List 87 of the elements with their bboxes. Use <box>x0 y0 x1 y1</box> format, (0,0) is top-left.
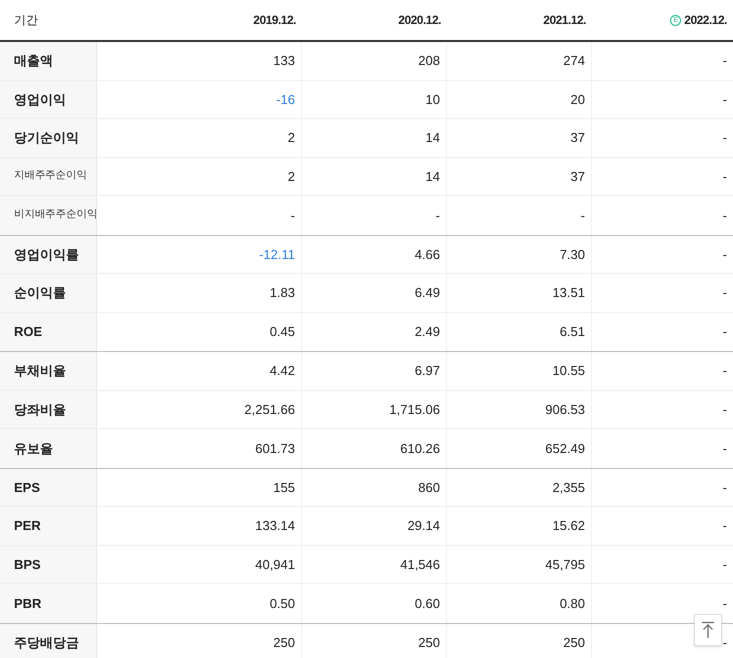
table-cell-text: - <box>722 206 727 224</box>
row-label: ROE <box>0 312 97 351</box>
column-header: 2020.12. <box>398 12 441 29</box>
table-cell-text: 6.97 <box>414 362 440 380</box>
row-label: 당좌비율 <box>0 390 97 428</box>
table-cell-text: - <box>722 323 727 341</box>
table-cell-text: 29.14 <box>407 517 440 535</box>
table-cell-text: 2,355 <box>552 478 585 496</box>
table-cell-text: 7.30 <box>560 246 585 264</box>
table-cell-text: 14 <box>426 129 440 147</box>
table-cell-text: - <box>722 284 727 302</box>
row-label: 유보율 <box>0 429 97 468</box>
row-label: PBR <box>0 584 97 622</box>
table-cell-text: 13.51 <box>552 284 585 302</box>
table-cell-text: 2,251.66 <box>244 400 295 418</box>
table-cell-text: 155 <box>273 478 295 496</box>
column-header: 2022.12. <box>684 12 727 29</box>
table-cell-text: 250 <box>273 634 295 652</box>
row-label: 지배주주순이익 <box>0 158 97 195</box>
table-cell-text: 208 <box>418 52 440 70</box>
table-cell-text: 2 <box>288 168 295 186</box>
table-cell-text: 1.83 <box>270 284 295 302</box>
row-label: 순이익률 <box>0 274 97 312</box>
table-cell-text: 20 <box>570 90 585 108</box>
table-cell-text: 6.51 <box>560 323 585 341</box>
table-cell-text: - <box>290 206 295 224</box>
row-label: 당기순이익 <box>0 119 97 156</box>
table-cell-text: - <box>722 517 727 535</box>
table-cell-text: 40,941 <box>255 556 295 574</box>
table-cell-text: - <box>580 206 585 224</box>
table-cell-text: 0.45 <box>270 323 295 341</box>
table-cell-text: 0.60 <box>414 594 440 612</box>
row-label: 영업이익 <box>0 80 97 118</box>
table-cell-text: 860 <box>418 478 440 496</box>
table-cell-text: - <box>722 440 727 458</box>
table-cell-text: 2 <box>288 129 295 147</box>
table-cell-text: - <box>722 90 727 108</box>
table-cell-text: 250 <box>418 634 440 652</box>
column-header: 기간 <box>13 12 39 29</box>
row-label: 영업이익률 <box>0 236 97 273</box>
table-cell-text: 906.53 <box>545 400 585 418</box>
table-cell-text: 15.62 <box>552 517 585 535</box>
table-cell-text: 250 <box>563 634 585 652</box>
table-cell-text: 10.55 <box>552 362 585 380</box>
table-cell-text: 14 <box>426 168 440 186</box>
table-cell-text: - <box>722 246 727 264</box>
table-cell-text: 0.50 <box>270 594 295 612</box>
table-cell-text: 37 <box>570 129 585 147</box>
table-cell-text: 4.66 <box>414 246 440 264</box>
table-cell-text: - <box>722 168 727 186</box>
table-cell-text: 37 <box>570 168 585 186</box>
table-cell-text: 45,795 <box>545 556 585 574</box>
arrow-up-icon <box>701 621 715 639</box>
row-label: 부채비율 <box>0 352 97 390</box>
row-label: PER <box>0 507 97 544</box>
table-cell-text: 2.49 <box>414 323 440 341</box>
row-label: EPS <box>0 468 97 506</box>
table-cell-text: 10 <box>426 90 440 108</box>
table-cell-text: - <box>722 129 727 147</box>
table-cell-text: 133.14 <box>255 517 295 535</box>
scroll-top-button[interactable] <box>694 614 722 646</box>
table-cell-text: 133 <box>273 52 295 70</box>
table-cell-text: 652.49 <box>545 440 585 458</box>
table-cell-text: - <box>722 594 727 612</box>
table-cell-text: - <box>722 556 727 574</box>
table-cell-text: 41,546 <box>400 556 440 574</box>
table-cell-text: - <box>722 478 727 496</box>
table-cell-text: - <box>722 52 727 70</box>
row-label: 주당배당금 <box>0 624 97 658</box>
column-header: 2019.12. <box>253 12 296 29</box>
table-cell-text: 1,715.06 <box>389 400 440 418</box>
table-cell-text: 4.42 <box>270 362 295 380</box>
table-cell-text: 6.49 <box>414 284 440 302</box>
row-label: 비지배주주순이익 <box>0 196 97 234</box>
table-cell-text: - <box>722 634 727 652</box>
row-label: BPS <box>0 546 97 583</box>
table-cell-text: - <box>722 400 727 418</box>
table-cell-text: - <box>436 206 440 224</box>
row-label: 매출액 <box>0 42 97 80</box>
table-cell-text: 274 <box>563 52 585 70</box>
table-cell-text: 0.80 <box>560 594 585 612</box>
table-cell-text: -12.11 <box>259 246 295 264</box>
table-cell-text: - <box>722 362 727 380</box>
table-cell-text: -16 <box>276 90 295 108</box>
table-cell-text: 610.26 <box>400 440 440 458</box>
column-header: 2021.12. <box>543 12 586 29</box>
table-cell-text: 601.73 <box>255 440 295 458</box>
